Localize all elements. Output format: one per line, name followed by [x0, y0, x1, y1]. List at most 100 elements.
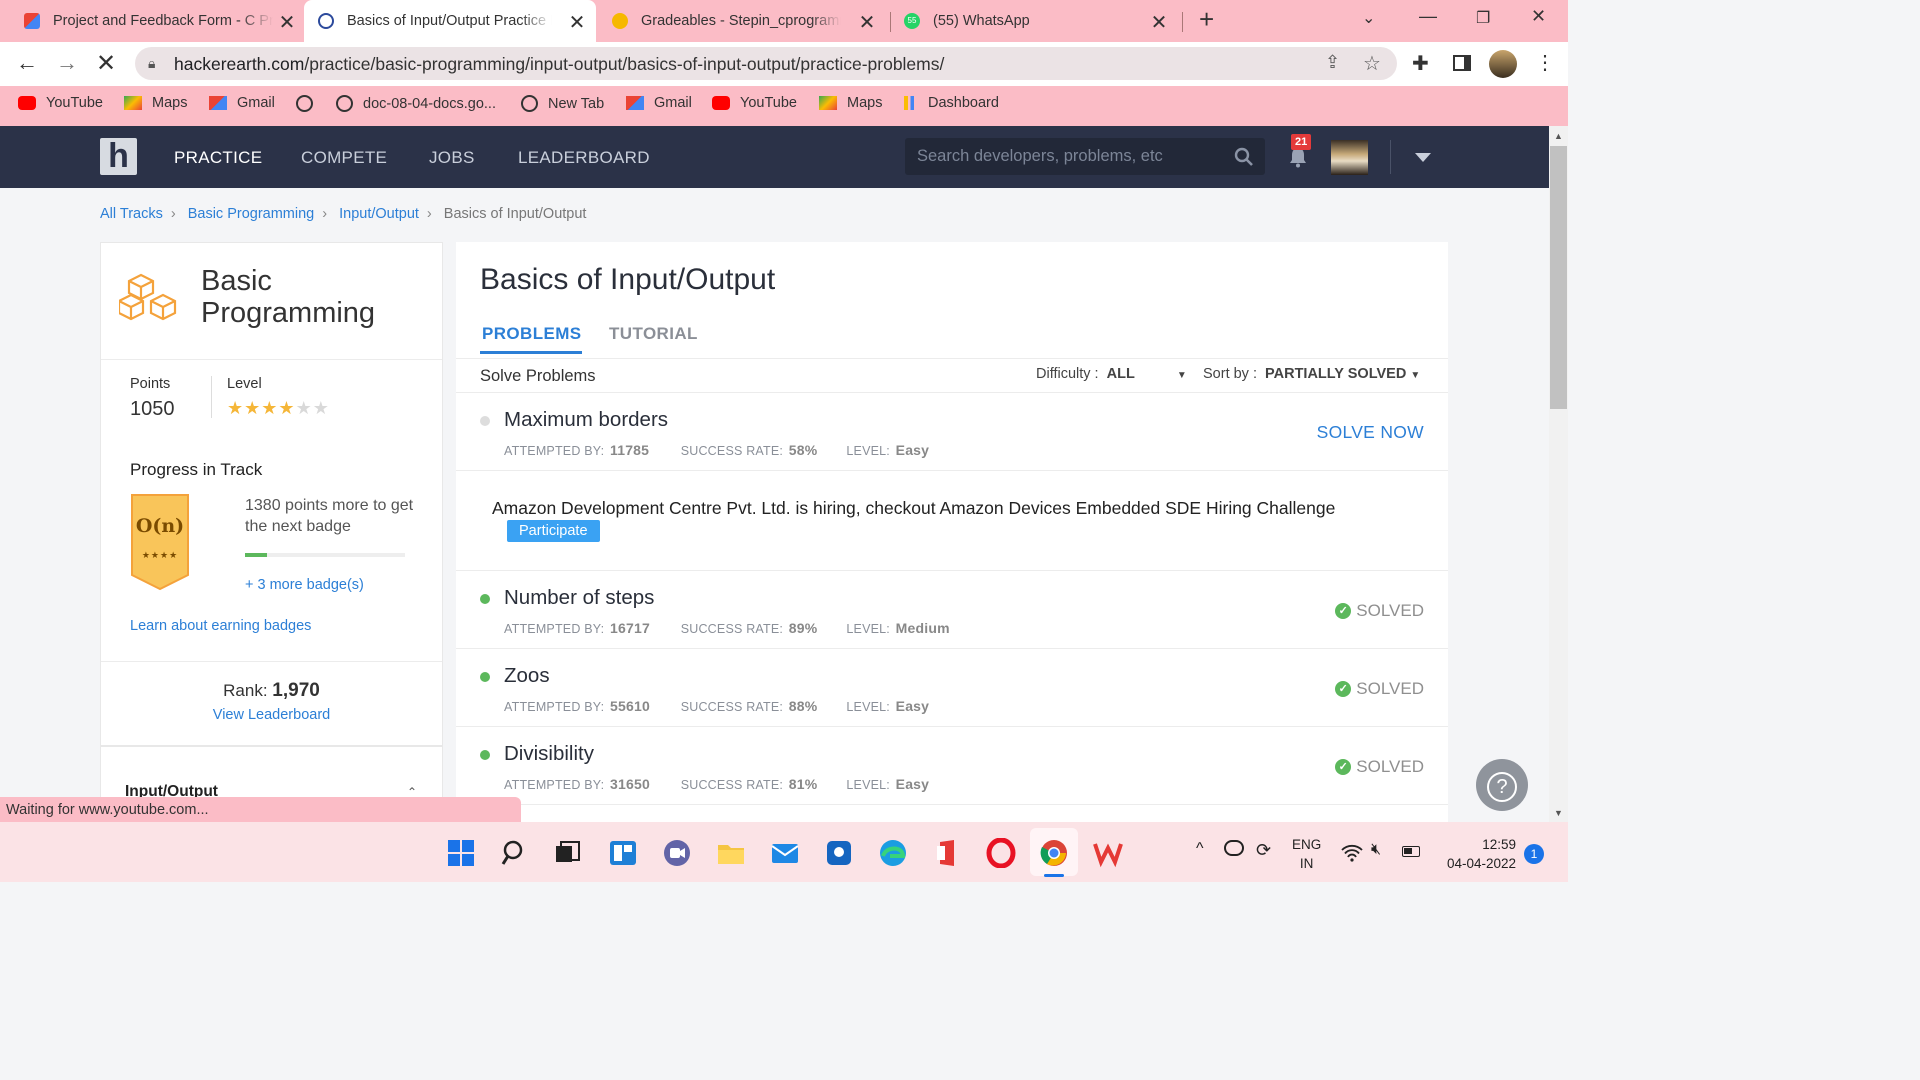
breadcrumb-all-tracks[interactable]: All Tracks	[100, 206, 163, 222]
tab-tutorial[interactable]: TUTORIAL	[609, 324, 698, 344]
participate-button[interactable]: Participate	[507, 520, 600, 542]
solved-status[interactable]: ✓ SOLVED	[1335, 679, 1424, 699]
bookmark-youtube-2[interactable]: YouTube	[712, 95, 797, 111]
edge-icon[interactable]	[878, 838, 908, 868]
breadcrumb-separator: ›	[426, 206, 432, 222]
close-tab-icon[interactable]: ✕	[856, 10, 878, 35]
bookmark-youtube[interactable]: YouTube	[18, 95, 103, 111]
search-icon[interactable]	[1234, 147, 1254, 167]
tab-project-form[interactable]: Project and Feedback Form - C Programmin…	[24, 4, 304, 38]
sort-filter[interactable]: Sort by : PARTIALLY SOLVED ▼	[1203, 366, 1420, 382]
store-icon[interactable]	[824, 838, 854, 868]
menu-icon[interactable]: ⋮	[1535, 50, 1555, 75]
more-badges-link[interactable]: + 3 more badge(s)	[245, 577, 364, 593]
tab-search-icon[interactable]: ⌄	[1362, 8, 1375, 28]
office-icon[interactable]	[932, 838, 962, 868]
sync-icon[interactable]: ⟳	[1256, 840, 1271, 861]
nav-jobs[interactable]: JOBS	[429, 148, 475, 168]
wifi-icon[interactable]	[1341, 844, 1363, 862]
problem-title[interactable]: Divisibility	[504, 742, 594, 766]
bookmark-star-icon[interactable]: ☆	[1363, 51, 1381, 76]
share-icon[interactable]: ⇪	[1325, 52, 1340, 73]
tab-gradeables[interactable]: Gradeables - Stepin_cprogramming ✕	[612, 4, 880, 38]
bookmark-gmail[interactable]: Gmail	[209, 95, 275, 111]
volume-muted-icon[interactable]: 🔇︎	[1371, 841, 1381, 859]
breadcrumb-input-output[interactable]: Input/Output	[339, 206, 419, 222]
view-leaderboard-link[interactable]: View Leaderboard	[101, 707, 442, 723]
mail-icon[interactable]	[770, 838, 800, 868]
check-icon: ✓	[1335, 681, 1352, 697]
side-panel-icon[interactable]	[1453, 55, 1471, 71]
nav-leaderboard[interactable]: LEADERBOARD	[518, 148, 650, 168]
solved-status[interactable]: ✓ SOLVED	[1335, 757, 1424, 777]
problem-row[interactable]: Divisibility ATTEMPTED BY: 31650 SUCCESS…	[456, 726, 1448, 804]
rank-label: Rank:	[223, 681, 268, 700]
problem-row[interactable]: Zoos ATTEMPTED BY: 55610 SUCCESS RATE: 8…	[456, 648, 1448, 726]
restore-icon[interactable]: ❐	[1476, 8, 1490, 28]
language-indicator[interactable]: ENG IN	[1292, 835, 1321, 873]
close-tab-icon[interactable]: ✕	[276, 10, 298, 35]
bookmark-maps-2[interactable]: Maps	[819, 95, 882, 111]
scrollbar-thumb[interactable]	[1550, 146, 1567, 409]
problem-title[interactable]: Zoos	[504, 664, 550, 688]
bookmark-dashboard[interactable]: Dashboard	[904, 95, 999, 111]
bookmark-gmail-2[interactable]: Gmail	[626, 95, 692, 111]
globe-icon	[336, 95, 353, 112]
widgets-icon[interactable]	[608, 838, 638, 868]
tab-whatsapp[interactable]: 55 (55) WhatsApp ✕	[904, 4, 1172, 38]
problem-row[interactable]: Maximum borders ATTEMPTED BY: 11785 SUCC…	[456, 392, 1448, 470]
tab-basics-io[interactable]: Basics of Input/Output Practice Problems…	[304, 0, 596, 42]
problem-row[interactable]: Number of steps ATTEMPTED BY: 16717 SUCC…	[456, 570, 1448, 648]
solve-now-button[interactable]: SOLVE NOW	[1317, 422, 1424, 443]
stop-loading-icon[interactable]: ✕	[96, 49, 116, 78]
breadcrumb-basic-programming[interactable]: Basic Programming	[188, 206, 315, 222]
file-explorer-icon[interactable]	[716, 838, 746, 868]
task-view-icon[interactable]	[553, 838, 583, 868]
badge-stars: ★★★★	[141, 550, 179, 560]
forward-icon[interactable]: →	[56, 50, 78, 76]
onedrive-icon[interactable]	[1224, 840, 1244, 856]
solved-status[interactable]: ✓ SOLVED	[1335, 601, 1424, 621]
search-input[interactable]	[905, 138, 1225, 175]
close-window-icon[interactable]: ✕	[1531, 6, 1546, 27]
extensions-icon[interactable]: ✚	[1412, 51, 1429, 76]
chrome-icon[interactable]	[1039, 838, 1069, 868]
tab-problems[interactable]: PROBLEMS	[482, 324, 582, 344]
hackerearth-logo[interactable]: h	[100, 138, 137, 175]
chevron-down-icon[interactable]	[1415, 153, 1431, 162]
points-value: 1050	[130, 398, 175, 420]
windows-start-icon[interactable]	[446, 838, 476, 868]
battery-icon[interactable]	[1402, 846, 1420, 857]
new-tab-icon[interactable]: +	[1199, 4, 1214, 35]
user-avatar[interactable]	[1331, 140, 1368, 175]
wps-office-icon[interactable]	[1093, 838, 1123, 868]
search-icon[interactable]	[500, 838, 530, 868]
breadcrumb-current: Basics of Input/Output	[443, 206, 587, 222]
problem-level: Medium	[895, 620, 950, 636]
bookmark-doc[interactable]: doc-08-04-docs.go...	[336, 95, 496, 112]
browser-status-bar: Waiting for www.youtube.com...	[0, 797, 521, 823]
breadcrumb: All Tracks › Basic Programming › Input/Out…	[100, 206, 594, 222]
close-tab-icon[interactable]: ✕	[1148, 10, 1170, 35]
bookmark-maps[interactable]: Maps	[124, 95, 187, 111]
omnibox[interactable]: 🔒︎ hackerearth.com/practice/basic-progra…	[135, 47, 1397, 80]
bookmark-globe[interactable]	[296, 95, 323, 112]
nav-practice[interactable]: PRACTICE	[174, 148, 262, 168]
chevron-up-icon[interactable]: ^	[1196, 840, 1204, 858]
problem-title[interactable]: Number of steps	[504, 586, 654, 610]
teams-chat-icon[interactable]	[662, 838, 692, 868]
minimize-icon[interactable]: —	[1419, 6, 1437, 27]
difficulty-filter[interactable]: Difficulty : ALL ▼	[1036, 366, 1187, 382]
problem-title[interactable]: Maximum borders	[504, 408, 668, 432]
clock[interactable]: 12:59 04-04-2022	[1432, 835, 1516, 873]
opera-icon[interactable]	[986, 838, 1016, 868]
profile-avatar[interactable]	[1489, 50, 1517, 78]
problem-level: Easy	[895, 442, 930, 458]
help-icon[interactable]: ?	[1476, 759, 1528, 811]
notification-count[interactable]: 1	[1524, 844, 1544, 864]
close-tab-icon[interactable]: ✕	[566, 10, 588, 35]
learn-badges-link[interactable]: Learn about earning badges	[130, 618, 311, 634]
back-icon[interactable]: ←	[16, 50, 38, 76]
bookmark-new-tab[interactable]: New Tab	[521, 95, 604, 112]
nav-compete[interactable]: COMPETE	[301, 148, 387, 168]
